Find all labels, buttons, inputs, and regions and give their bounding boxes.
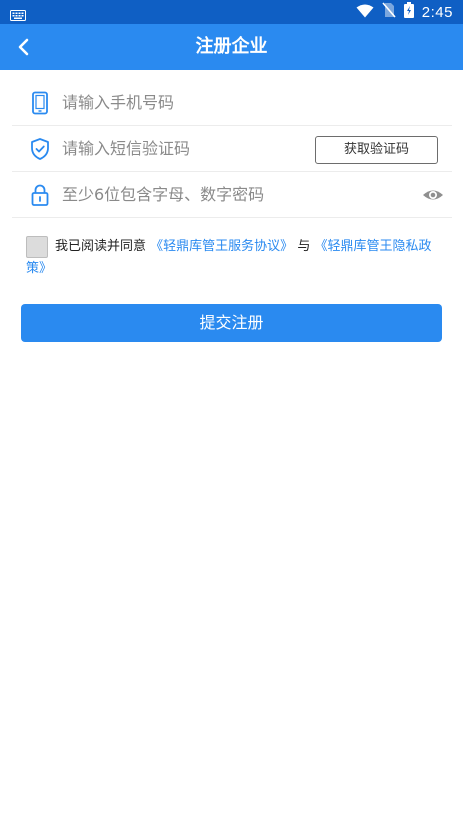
phone-row: 请输入手机号码: [12, 80, 452, 126]
agreement-prefix: 我已阅读并同意: [55, 239, 147, 254]
agreement: 我已阅读并同意 《轻鼎库管王服务协议》 与 《轻鼎库管王隐私政策》: [26, 236, 446, 280]
shield-check-icon: [28, 137, 52, 161]
sms-code-row: 请输入短信验证码 获取验证码: [12, 126, 452, 172]
service-agreement-link[interactable]: 《轻鼎库管王服务协议》: [150, 239, 293, 254]
lock-icon: [28, 183, 52, 207]
wifi-icon: [356, 3, 374, 22]
eye-icon[interactable]: [422, 185, 444, 205]
keyboard-icon: [10, 6, 26, 25]
phone-input[interactable]: 请输入手机号码: [62, 80, 174, 126]
status-bar: 2:45: [0, 0, 463, 24]
get-code-button[interactable]: 获取验证码: [315, 136, 438, 164]
battery-charging-icon: [403, 2, 414, 22]
sms-code-input[interactable]: 请输入短信验证码: [62, 126, 190, 172]
no-sim-icon: [382, 2, 396, 22]
password-row: 至少6位包含字母、数字密码: [12, 172, 452, 218]
submit-register-button[interactable]: 提交注册: [21, 304, 442, 342]
agreement-checkbox[interactable]: [26, 236, 48, 258]
clock-time: 2:45: [421, 3, 453, 21]
phone-icon: [28, 91, 52, 115]
password-input[interactable]: 至少6位包含字母、数字密码: [62, 172, 264, 218]
agreement-conjunction: 与: [297, 239, 311, 254]
page-title: 注册企业: [195, 36, 268, 57]
app-bar: 注册企业: [0, 24, 463, 70]
